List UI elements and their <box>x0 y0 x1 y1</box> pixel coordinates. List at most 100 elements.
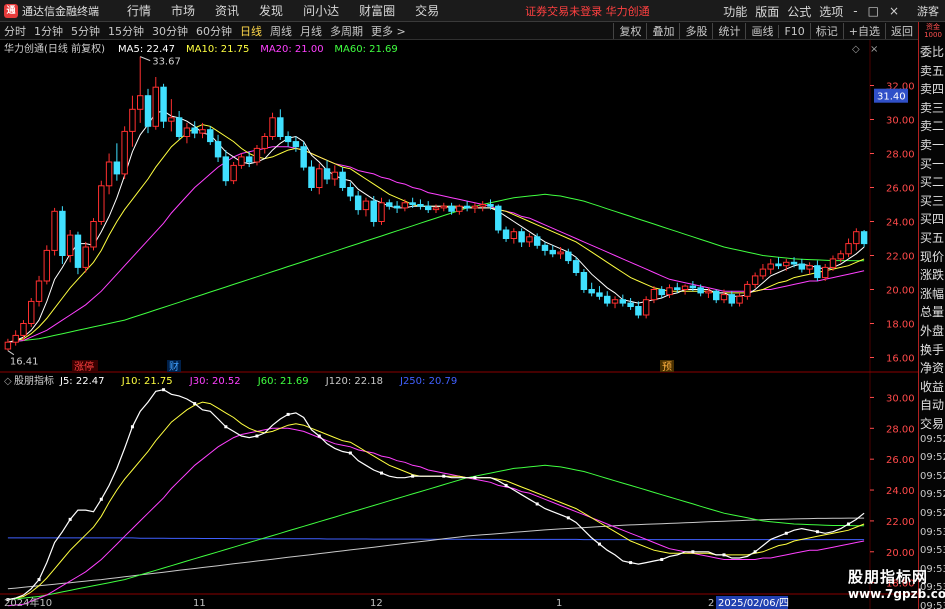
ma-legend: MA5: 22.47 MA10: 21.75 MA20: 21.00 MA60: 21… <box>118 44 398 55</box>
quote-row: 买二 <box>920 175 945 190</box>
candle-body <box>533 236 541 246</box>
candle-body <box>565 251 572 262</box>
indicator-settings-icon[interactable]: ◇ <box>4 376 12 387</box>
close-icon[interactable]: × <box>889 4 899 18</box>
menu-gongneng[interactable]: 功能 <box>723 3 747 20</box>
menu-xuanxiang[interactable]: 选项 <box>819 3 843 20</box>
j5-dot <box>162 388 166 392</box>
candle-body <box>845 243 852 255</box>
candle-body <box>59 210 66 257</box>
candle-body <box>798 263 806 270</box>
candle-body <box>580 272 588 290</box>
candle-body <box>728 294 736 304</box>
tool-tongji[interactable]: 统计 <box>712 23 745 39</box>
period-weekly[interactable]: 周线 <box>270 23 292 39</box>
menu-wenxiaoda[interactable]: 问小达 <box>303 2 339 19</box>
candle-body <box>35 280 43 302</box>
period-30min[interactable]: 30分钟 <box>152 23 188 39</box>
candle-body <box>526 236 533 243</box>
candle-body <box>191 127 198 134</box>
candle-body <box>339 171 346 188</box>
kline-chart[interactable]: 华力创通(日线 前复权) MA5: 22.47 MA10: 21.75 MA20: … <box>0 40 918 609</box>
tool-add-watchlist[interactable]: +自选 <box>842 23 885 39</box>
period-multi[interactable]: 多周期 <box>330 23 363 39</box>
quote-row: 09:52 <box>920 452 945 464</box>
j5-dot <box>473 476 477 480</box>
j5-dot <box>847 522 851 526</box>
tool-biaoji[interactable]: 标记 <box>809 23 843 39</box>
candle-body <box>821 266 829 279</box>
candle-body <box>401 202 409 209</box>
x-label-feb: 2 <box>708 598 714 609</box>
candle-body <box>12 334 19 343</box>
period-60min[interactable]: 60分钟 <box>196 23 232 39</box>
guest-label[interactable]: 游客 <box>917 3 939 19</box>
sub-y-tick-label: 28.00 <box>886 424 915 435</box>
candle-body <box>814 265 821 279</box>
menu-gongshi[interactable]: 公式 <box>787 3 811 20</box>
x-label-dec: 12 <box>370 598 383 609</box>
quote-column: 资金 1000 委比 卖五 卖四 卖三 卖二 卖一 买一 买二 买三 买四 买五 现价 涨跌 涨幅 总量 外盘… <box>918 22 945 609</box>
maximize-icon[interactable]: □ <box>868 4 879 18</box>
menu-caifuquan[interactable]: 财富圈 <box>359 2 395 19</box>
j5-dot <box>68 517 72 521</box>
quote-row: 买三 <box>920 193 945 208</box>
period-monthly[interactable]: 月线 <box>300 23 322 39</box>
j5-dot <box>193 402 197 406</box>
quote-row: 委比 <box>920 45 945 59</box>
candle-body <box>619 299 627 304</box>
tool-diejia[interactable]: 叠加 <box>646 23 679 39</box>
panel-close-icon[interactable]: × <box>870 44 878 55</box>
quote-row: 涨跌 <box>920 268 945 283</box>
j5-dot <box>442 474 446 478</box>
tool-huaxian[interactable]: 画线 <box>745 23 778 39</box>
candle-body <box>168 117 175 122</box>
menu-shichang[interactable]: 市场 <box>171 2 195 19</box>
candle-body <box>588 289 595 294</box>
menu-banmian[interactable]: 版面 <box>755 3 779 20</box>
j5-dot <box>37 578 41 582</box>
event-tag-yu[interactable]: 预 <box>662 361 672 373</box>
minimize-icon[interactable]: - <box>853 4 857 18</box>
menu-jiaoyi[interactable]: 交易 <box>415 2 439 19</box>
period-more[interactable]: 更多 > <box>371 23 406 39</box>
candle-body <box>518 231 525 243</box>
candle-body <box>549 249 556 255</box>
period-fenshi[interactable]: 分时 <box>4 23 26 39</box>
panel-settings-icon[interactable]: ◇ <box>852 44 860 55</box>
legend-item: J120: 22.18 <box>325 376 383 387</box>
trade-login-notice[interactable]: 证券交易未登录 华力创通 <box>525 3 650 19</box>
event-tags: 涨停 财 预 <box>72 360 674 373</box>
j120-line <box>7 517 865 590</box>
x-label-oct: 2024年10 <box>4 596 52 609</box>
period-15min[interactable]: 15分钟 <box>108 23 144 39</box>
candle-body <box>82 246 89 268</box>
tool-duogu[interactable]: 多股 <box>679 23 712 39</box>
candle-body <box>627 302 634 308</box>
tool-back[interactable]: 返回 <box>885 23 918 39</box>
quote-row: 09:53 <box>920 526 945 538</box>
period-5min[interactable]: 5分钟 <box>71 23 100 39</box>
tool-f10[interactable]: F10 <box>778 24 809 38</box>
menu-faxian[interactable]: 发现 <box>259 2 283 19</box>
menu-zixun[interactable]: 资讯 <box>215 2 239 19</box>
quote-row: 09:52 <box>920 508 945 519</box>
y-tick-label: 24.00 <box>886 218 915 229</box>
ma5-line <box>7 110 865 343</box>
event-tag-zhangting[interactable]: 涨停 <box>74 360 94 373</box>
candle-body <box>572 260 580 274</box>
candle-body <box>790 261 798 265</box>
period-daily[interactable]: 日线 <box>240 23 262 39</box>
tool-fuquan[interactable]: 复权 <box>613 23 646 39</box>
indicator-legend: J5: 22.47 J10: 21.75 J30: 20.52 J60: 21.69 J… <box>59 376 457 387</box>
candle-body <box>853 231 860 245</box>
quote-row: 卖五 <box>920 63 945 78</box>
period-1min[interactable]: 1分钟 <box>34 23 63 39</box>
menu-hangqing[interactable]: 行情 <box>127 2 151 19</box>
candle-body <box>160 86 167 122</box>
candle-body <box>744 283 751 297</box>
watermark-url: www.7gpzb.com <box>848 587 945 601</box>
event-tag-cai[interactable]: 财 <box>169 360 179 373</box>
j5-dot <box>99 497 103 501</box>
x-cursor-date: 2025/02/06/四 <box>718 598 789 609</box>
